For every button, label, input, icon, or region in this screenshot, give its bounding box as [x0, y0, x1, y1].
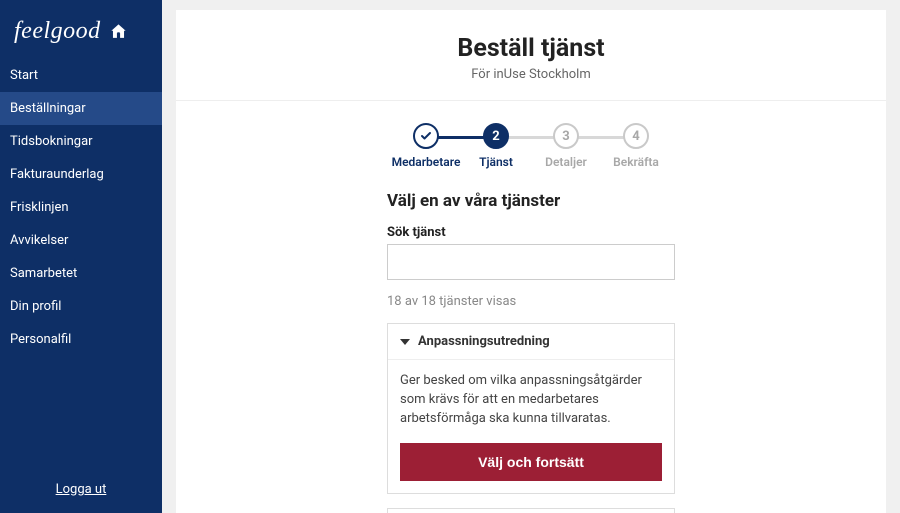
sidebar-item-tidsbokningar[interactable]: Tidsbokningar — [0, 125, 162, 158]
content: Välj en av våra tjänster Sök tjänst 18 a… — [387, 191, 675, 513]
section-title: Välj en av våra tjänster — [387, 191, 675, 211]
step-tjanst[interactable]: 2 Tjänst — [461, 123, 531, 169]
stepper: Medarbetare 2 Tjänst 3 Detaljer 4 Bekräf… — [176, 123, 886, 169]
service-body: Ger besked om vilka anpassningsåtgärder … — [388, 359, 674, 481]
step-label: Medarbetare — [392, 155, 461, 169]
page-subtitle: För inUse Stockholm — [176, 67, 886, 82]
sidebar-item-samarbetet[interactable]: Samarbetet — [0, 257, 162, 290]
sidebar-item-start[interactable]: Start — [0, 59, 162, 92]
logout-link[interactable]: Logga ut — [56, 482, 107, 497]
step-label: Detaljer — [545, 155, 587, 169]
house-icon — [109, 22, 128, 41]
service-item-arbetsformagebedomning: Arbetsförmågebedömning — [387, 508, 675, 513]
step-number: 2 — [483, 123, 509, 149]
step-bekrafta[interactable]: 4 Bekräfta — [601, 123, 671, 169]
check-icon — [413, 123, 439, 149]
sidebar: feelgood Start Beställningar Tidsbokning… — [0, 0, 162, 513]
step-medarbetare[interactable]: Medarbetare — [391, 123, 461, 169]
page-header: Beställ tjänst För inUse Stockholm — [176, 34, 886, 101]
service-toggle[interactable]: Anpassningsutredning — [388, 324, 674, 359]
step-number: 3 — [553, 123, 579, 149]
sidebar-item-personalfil[interactable]: Personalfil — [0, 323, 162, 356]
page-title: Beställ tjänst — [176, 34, 886, 63]
service-description: Ger besked om vilka anpassningsåtgärder … — [400, 372, 662, 429]
step-detaljer[interactable]: 3 Detaljer — [531, 123, 601, 169]
sidebar-item-bestallningar[interactable]: Beställningar — [0, 92, 162, 125]
page: Beställ tjänst För inUse Stockholm Medar… — [162, 0, 900, 513]
step-label: Bekräfta — [613, 155, 659, 169]
service-item-anpassningsutredning: Anpassningsutredning Ger besked om vilka… — [387, 323, 675, 494]
results-count: 18 av 18 tjänster visas — [387, 294, 675, 309]
sidebar-item-fakturaunderlag[interactable]: Fakturaunderlag — [0, 158, 162, 191]
brand-name: feelgood — [14, 18, 101, 45]
step-number: 4 — [623, 123, 649, 149]
sidebar-item-avvikelser[interactable]: Avvikelser — [0, 224, 162, 257]
service-toggle[interactable]: Arbetsförmågebedömning — [388, 509, 674, 513]
sidebar-item-frisklinjen[interactable]: Frisklinjen — [0, 191, 162, 224]
brand-logo: feelgood — [0, 0, 162, 59]
choose-button[interactable]: Välj och fortsätt — [400, 443, 662, 481]
sidebar-footer: Logga ut — [0, 462, 162, 513]
search-input[interactable] — [387, 244, 675, 280]
sidebar-item-din-profil[interactable]: Din profil — [0, 290, 162, 323]
sidebar-nav: Start Beställningar Tidsbokningar Faktur… — [0, 59, 162, 356]
service-title: Anpassningsutredning — [418, 334, 550, 349]
step-label: Tjänst — [479, 155, 513, 169]
chevron-down-icon — [400, 339, 410, 345]
search-label: Sök tjänst — [387, 225, 675, 240]
main-card: Beställ tjänst För inUse Stockholm Medar… — [176, 10, 886, 513]
